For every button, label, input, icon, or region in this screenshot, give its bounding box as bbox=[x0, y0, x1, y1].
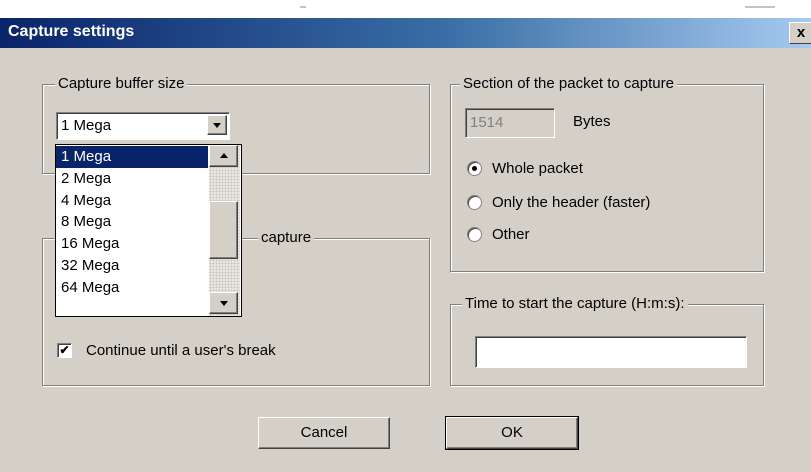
radio-other[interactable]: Other bbox=[467, 226, 530, 243]
arrow-up-icon bbox=[219, 153, 228, 158]
arrow-down-icon bbox=[219, 301, 228, 306]
bytes-input-value: 1514 bbox=[470, 114, 504, 131]
radio-whole-packet-label: Whole packet bbox=[492, 160, 583, 177]
buffer-size-combobox[interactable]: 1 Mega bbox=[56, 112, 230, 140]
continue-until-break-label: Continue until a user's break bbox=[86, 342, 276, 359]
dropdown-option[interactable]: 16 Mega bbox=[56, 233, 208, 255]
bytes-unit-label: Bytes bbox=[573, 113, 611, 130]
background-mark bbox=[745, 6, 775, 8]
dialog-title: Capture settings bbox=[8, 23, 135, 40]
continue-until-break-checkbox[interactable]: ✔ Continue until a user's break bbox=[57, 342, 276, 359]
scroll-thumb[interactable] bbox=[209, 201, 238, 259]
buffer-size-dropdown: 1 Mega 2 Mega 4 Mega 8 Mega 16 Mega 32 Mega 64… bbox=[55, 144, 242, 317]
dropdown-list: 1 Mega 2 Mega 4 Mega 8 Mega 16 Mega 32 Mega 64… bbox=[56, 146, 208, 299]
dropdown-option[interactable]: 32 Mega bbox=[56, 255, 208, 277]
checkbox-box[interactable]: ✔ bbox=[57, 343, 72, 358]
close-button[interactable]: x bbox=[789, 22, 811, 44]
background-strip bbox=[0, 0, 811, 18]
title-bar[interactable]: Capture settings x bbox=[0, 18, 811, 48]
stop-capture-legend: capture bbox=[258, 229, 315, 246]
radio-circle[interactable] bbox=[467, 195, 482, 210]
radio-circle[interactable] bbox=[467, 161, 482, 176]
dropdown-option[interactable]: 64 Mega bbox=[56, 277, 208, 299]
dropdown-option[interactable]: 8 Mega bbox=[56, 211, 208, 233]
dropdown-scrollbar[interactable] bbox=[209, 145, 240, 316]
capture-settings-dialog: Capture settings x Capture buffer size c… bbox=[0, 18, 811, 472]
packet-section-legend: Section of the packet to capture bbox=[460, 75, 677, 92]
capture-buffer-legend: Capture buffer size bbox=[55, 75, 188, 92]
radio-circle[interactable] bbox=[467, 227, 482, 242]
start-time-legend: Time to start the capture (H:m:s): bbox=[462, 295, 688, 312]
radio-header-only-label: Only the header (faster) bbox=[492, 194, 651, 211]
scroll-up-button[interactable] bbox=[209, 145, 238, 167]
scroll-down-button[interactable] bbox=[209, 292, 238, 314]
close-icon: x bbox=[796, 24, 806, 41]
radio-other-label: Other bbox=[492, 226, 530, 243]
dropdown-option[interactable]: 1 Mega bbox=[56, 146, 208, 168]
start-time-input[interactable] bbox=[475, 336, 747, 368]
radio-dot bbox=[472, 166, 477, 171]
combo-dropdown-button[interactable] bbox=[207, 115, 227, 135]
ok-button[interactable]: OK bbox=[445, 416, 579, 450]
background-mark bbox=[300, 6, 306, 8]
cancel-button[interactable]: Cancel bbox=[258, 417, 390, 449]
dropdown-option[interactable]: 4 Mega bbox=[56, 190, 208, 212]
radio-header-only[interactable]: Only the header (faster) bbox=[467, 194, 650, 211]
buffer-size-value: 1 Mega bbox=[61, 117, 112, 134]
bytes-input[interactable]: 1514 bbox=[465, 108, 555, 138]
dropdown-option[interactable]: 2 Mega bbox=[56, 168, 208, 190]
radio-whole-packet[interactable]: Whole packet bbox=[467, 160, 583, 177]
chevron-down-icon bbox=[213, 123, 221, 128]
